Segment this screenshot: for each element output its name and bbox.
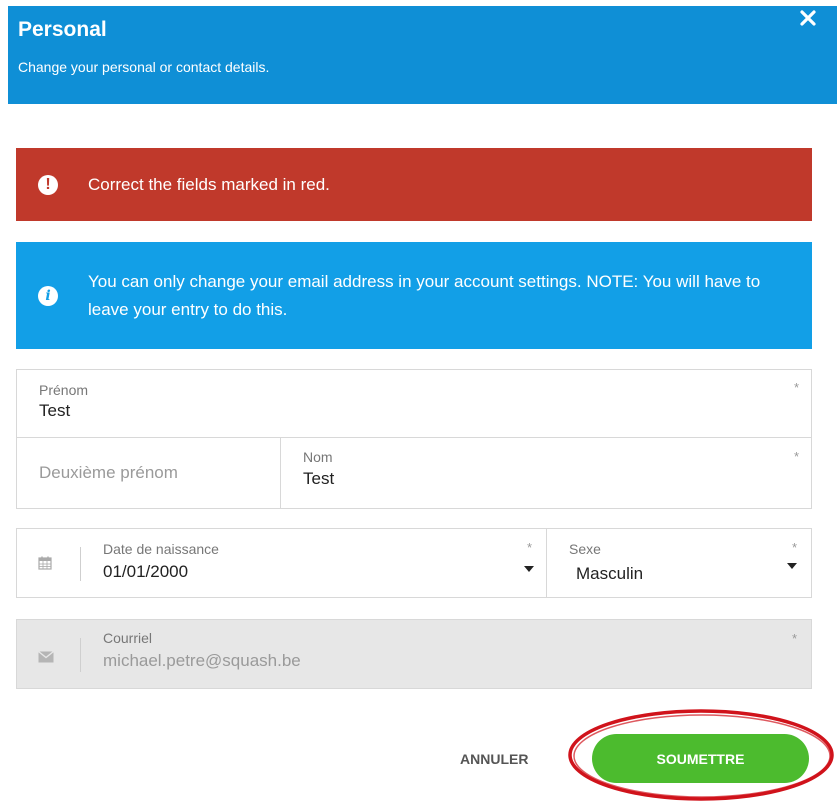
- exclamation-circle-icon: !: [38, 174, 58, 195]
- email-value: michael.petre@squash.be: [103, 651, 301, 670]
- required-mark: *: [791, 540, 797, 555]
- last-name-field[interactable]: Nom Test *: [281, 438, 811, 508]
- envelope-icon-cell: [17, 620, 81, 688]
- calendar-icon: [38, 556, 52, 575]
- envelope-icon: [38, 650, 54, 668]
- chevron-down-icon[interactable]: [524, 566, 534, 572]
- modal-header: Personal Change your personal or contact…: [8, 6, 837, 104]
- last-name-value[interactable]: Test: [303, 469, 334, 489]
- middle-name-field[interactable]: Deuxième prénom: [17, 438, 281, 508]
- gender-label: Sexe: [569, 541, 601, 557]
- submit-button[interactable]: SOUMETTRE: [592, 734, 809, 783]
- error-alert-text: Correct the fields marked in red.: [88, 174, 330, 194]
- email-field-group: Courriel michael.petre@squash.be *: [16, 619, 812, 689]
- modal-title: Personal: [18, 18, 107, 41]
- email-label: Courriel: [103, 630, 153, 646]
- info-alert: i You can only change your email address…: [16, 242, 812, 349]
- name-row-2: Deuxième prénom Nom Test *: [17, 438, 811, 508]
- modal-subtitle: Change your personal or contact details.: [18, 59, 270, 75]
- email-field: Courriel michael.petre@squash.be *: [81, 620, 811, 688]
- first-name-value[interactable]: Test: [39, 401, 70, 421]
- last-name-label: Nom: [303, 449, 333, 465]
- cancel-button[interactable]: ANNULER: [460, 751, 528, 767]
- chevron-down-icon[interactable]: [787, 563, 797, 569]
- required-mark: *: [526, 540, 532, 555]
- birth-date-value[interactable]: 01/01/2000: [103, 562, 188, 582]
- info-circle-icon: i: [38, 285, 58, 306]
- first-name-label: Prénom: [39, 382, 89, 398]
- gender-select[interactable]: Sexe Masculin *: [547, 529, 811, 597]
- birth-date-field[interactable]: Date de naissance 01/01/2000 *: [81, 529, 547, 597]
- info-alert-text: You can only change your email address i…: [88, 271, 761, 319]
- gender-value[interactable]: Masculin: [576, 564, 643, 584]
- required-mark: *: [793, 449, 799, 464]
- required-mark: *: [791, 631, 797, 646]
- middle-name-placeholder: Deuxième prénom: [39, 463, 178, 482]
- calendar-icon-cell: [17, 529, 81, 597]
- name-fields-group: Prénom Test * Deuxième prénom Nom Test *: [16, 369, 812, 509]
- error-alert: ! Correct the fields marked in red.: [16, 148, 812, 221]
- required-mark: *: [793, 380, 799, 395]
- birth-gender-group: Date de naissance 01/01/2000 * Sexe Masc…: [16, 528, 812, 598]
- first-name-field[interactable]: Prénom Test *: [17, 370, 811, 438]
- birth-date-label: Date de naissance: [103, 541, 219, 557]
- close-icon[interactable]: [799, 9, 817, 27]
